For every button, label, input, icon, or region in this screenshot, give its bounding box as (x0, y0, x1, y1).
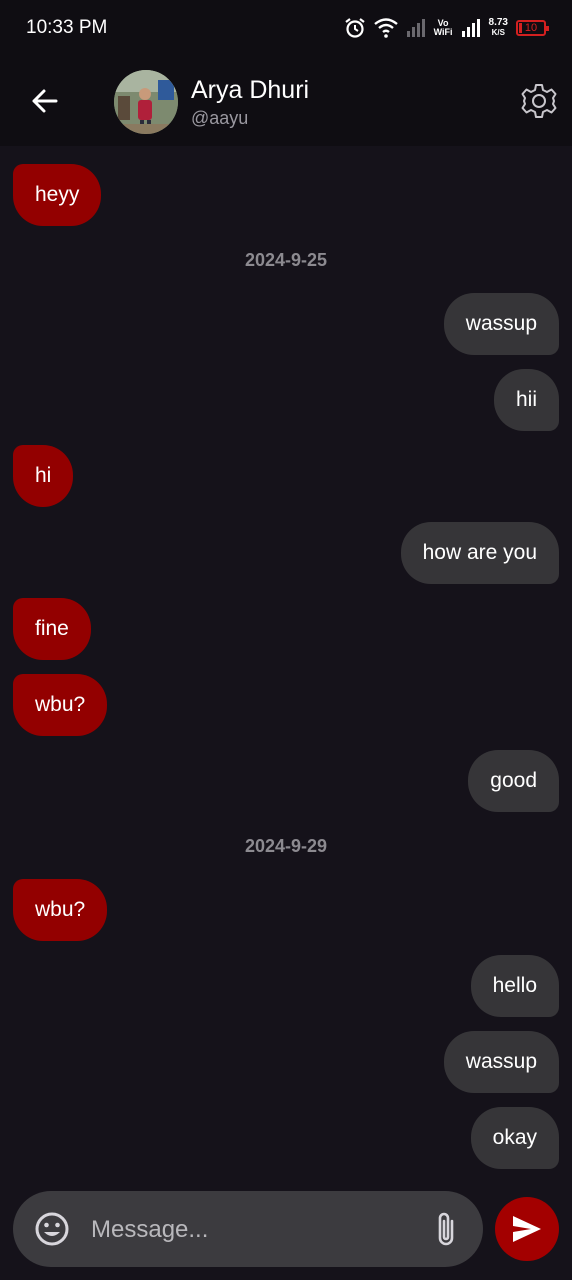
status-time: 10:33 PM (26, 17, 108, 38)
message-bubble-outgoing[interactable]: hii (493, 369, 559, 431)
wifi-icon (373, 18, 398, 38)
arrow-left-icon (32, 89, 58, 113)
vo-wifi-bottom: WiFi (433, 27, 453, 37)
message-bubble-outgoing[interactable]: wassup (443, 293, 559, 355)
battery-level: 10 (524, 22, 538, 34)
contact-handle: @aayu (191, 108, 249, 128)
back-button[interactable] (26, 82, 64, 120)
date-separator: 2024-9-25 (244, 250, 328, 270)
message-bubble-outgoing[interactable]: wassup (443, 1031, 559, 1093)
signal-weak-icon (406, 19, 425, 37)
message-bubble-incoming[interactable]: wbu? (13, 674, 108, 736)
contact-name: Arya Dhuri (191, 76, 310, 104)
message-list[interactable]: heyy 2024-9-25 wassup hii hi how are you… (0, 146, 572, 1182)
message-bubble-outgoing[interactable]: hello (470, 955, 559, 1017)
date-separator: 2024-9-29 (244, 836, 328, 856)
signal-strong-icon (461, 19, 480, 37)
paperclip-icon (438, 1212, 454, 1246)
message-bubble-outgoing[interactable]: how are you (400, 522, 559, 584)
emoji-button[interactable] (33, 1210, 71, 1248)
message-bubble-incoming[interactable]: wbu? (13, 879, 108, 941)
send-icon (513, 1216, 541, 1242)
message-bubble-incoming[interactable]: heyy (13, 164, 102, 226)
net-speed-unit: K/S (491, 28, 505, 37)
gear-icon (521, 84, 557, 118)
message-composer (13, 1191, 483, 1267)
chat-header: Arya Dhuri @aayu (0, 56, 572, 146)
avatar[interactable] (114, 70, 178, 134)
send-button[interactable] (495, 1197, 559, 1261)
message-bubble-incoming[interactable]: hi (13, 445, 74, 507)
vo-wifi-indicator: Vo WiFi (434, 19, 453, 37)
message-bubble-incoming[interactable]: fine (13, 598, 91, 660)
net-speed-value: 8.73 (488, 17, 508, 28)
message-input[interactable] (89, 1209, 413, 1251)
message-bubble-outgoing[interactable]: good (468, 750, 559, 812)
avatar-photo (114, 70, 178, 134)
alarm-icon (344, 18, 365, 38)
message-bubble-outgoing[interactable]: okay (470, 1107, 559, 1169)
battery-icon: 10 (516, 20, 549, 36)
net-speed-indicator: 8.73 K/S (489, 18, 508, 38)
status-icons: Vo WiFi 8.73 K/S 10 (344, 14, 549, 42)
settings-button[interactable] (520, 82, 558, 120)
emoji-icon (35, 1212, 69, 1246)
attach-button[interactable] (430, 1209, 462, 1249)
status-bar: 10:33 PM Vo WiFi 8.73 K/S 10 (0, 0, 572, 56)
